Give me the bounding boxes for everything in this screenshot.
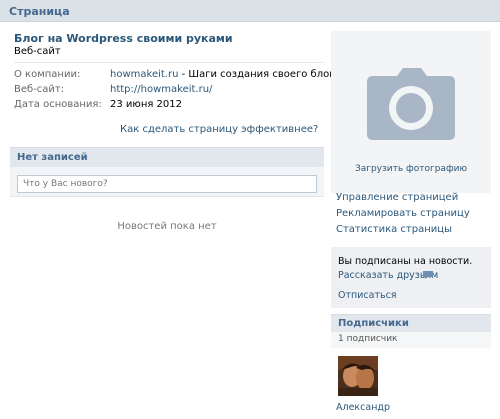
speech-bubble-icon <box>423 271 433 279</box>
advertise-page-link[interactable]: Рекламировать страницу <box>336 208 470 219</box>
info-label: Дата основания: <box>14 99 102 110</box>
avatar[interactable] <box>338 356 378 396</box>
subscribers-title: Подписчики <box>338 318 409 329</box>
upload-photo-area[interactable]: Загрузить фотографию <box>331 31 491 193</box>
info-row-about: О компании: howmakeit.ru - Шаги создания… <box>14 69 345 83</box>
subscribers-count: 1 подписчик <box>338 334 398 344</box>
wall-post-input[interactable] <box>17 175 317 193</box>
subscriber-photo <box>338 356 378 396</box>
top-bar: Страница <box>0 0 500 22</box>
about-text: - Шаги создания своего блога! <box>178 69 345 80</box>
info-label: Веб-сайт: <box>14 84 65 95</box>
subscription-box: Вы подписаны на новости. Рассказать друз… <box>331 247 491 308</box>
no-news-text: Новостей пока нет <box>117 221 217 232</box>
info-value: http://howmakeit.ru/ <box>110 84 212 95</box>
subscribers-header: Подписчики <box>331 314 491 332</box>
wall-post-box <box>10 167 324 197</box>
info-value: howmakeit.ru - Шаги создания своего блог… <box>110 69 345 80</box>
upload-photo-label: Загрузить фотографию <box>354 164 468 174</box>
manage-page-link[interactable]: Управление страницей <box>336 192 458 203</box>
subscriber-name[interactable]: Александр <box>336 402 390 413</box>
page-stats-link[interactable]: Статистика страницы <box>336 224 452 235</box>
make-page-effective-link[interactable]: Как сделать страницу эффективнее? <box>120 124 318 135</box>
divider <box>14 62 324 63</box>
content-panel: Блог на Wordpress своими руками Веб-сайт… <box>0 22 500 419</box>
subscribers-count-bar: 1 подписчик <box>331 332 491 348</box>
page-header-title: Страница <box>9 5 70 18</box>
wall-title: Нет записей <box>17 152 88 163</box>
about-link[interactable]: howmakeit.ru <box>110 69 178 80</box>
info-row-website: Веб-сайт: http://howmakeit.ru/ <box>14 84 324 98</box>
subscription-status: Вы подписаны на новости. <box>338 256 473 267</box>
page-title: Блог на Wordpress своими руками <box>14 32 233 45</box>
founded-date: 23 июня 2012 <box>110 99 183 110</box>
page-category: Веб-сайт <box>14 46 61 57</box>
wall-header: Нет записей <box>10 147 324 167</box>
camera-icon <box>367 68 455 140</box>
unsubscribe-link[interactable]: Отписаться <box>338 290 397 301</box>
info-label: О компании: <box>14 69 81 80</box>
website-link[interactable]: http://howmakeit.ru/ <box>110 84 212 95</box>
info-row-founded: Дата основания: 23 июня 2012 <box>14 99 324 113</box>
